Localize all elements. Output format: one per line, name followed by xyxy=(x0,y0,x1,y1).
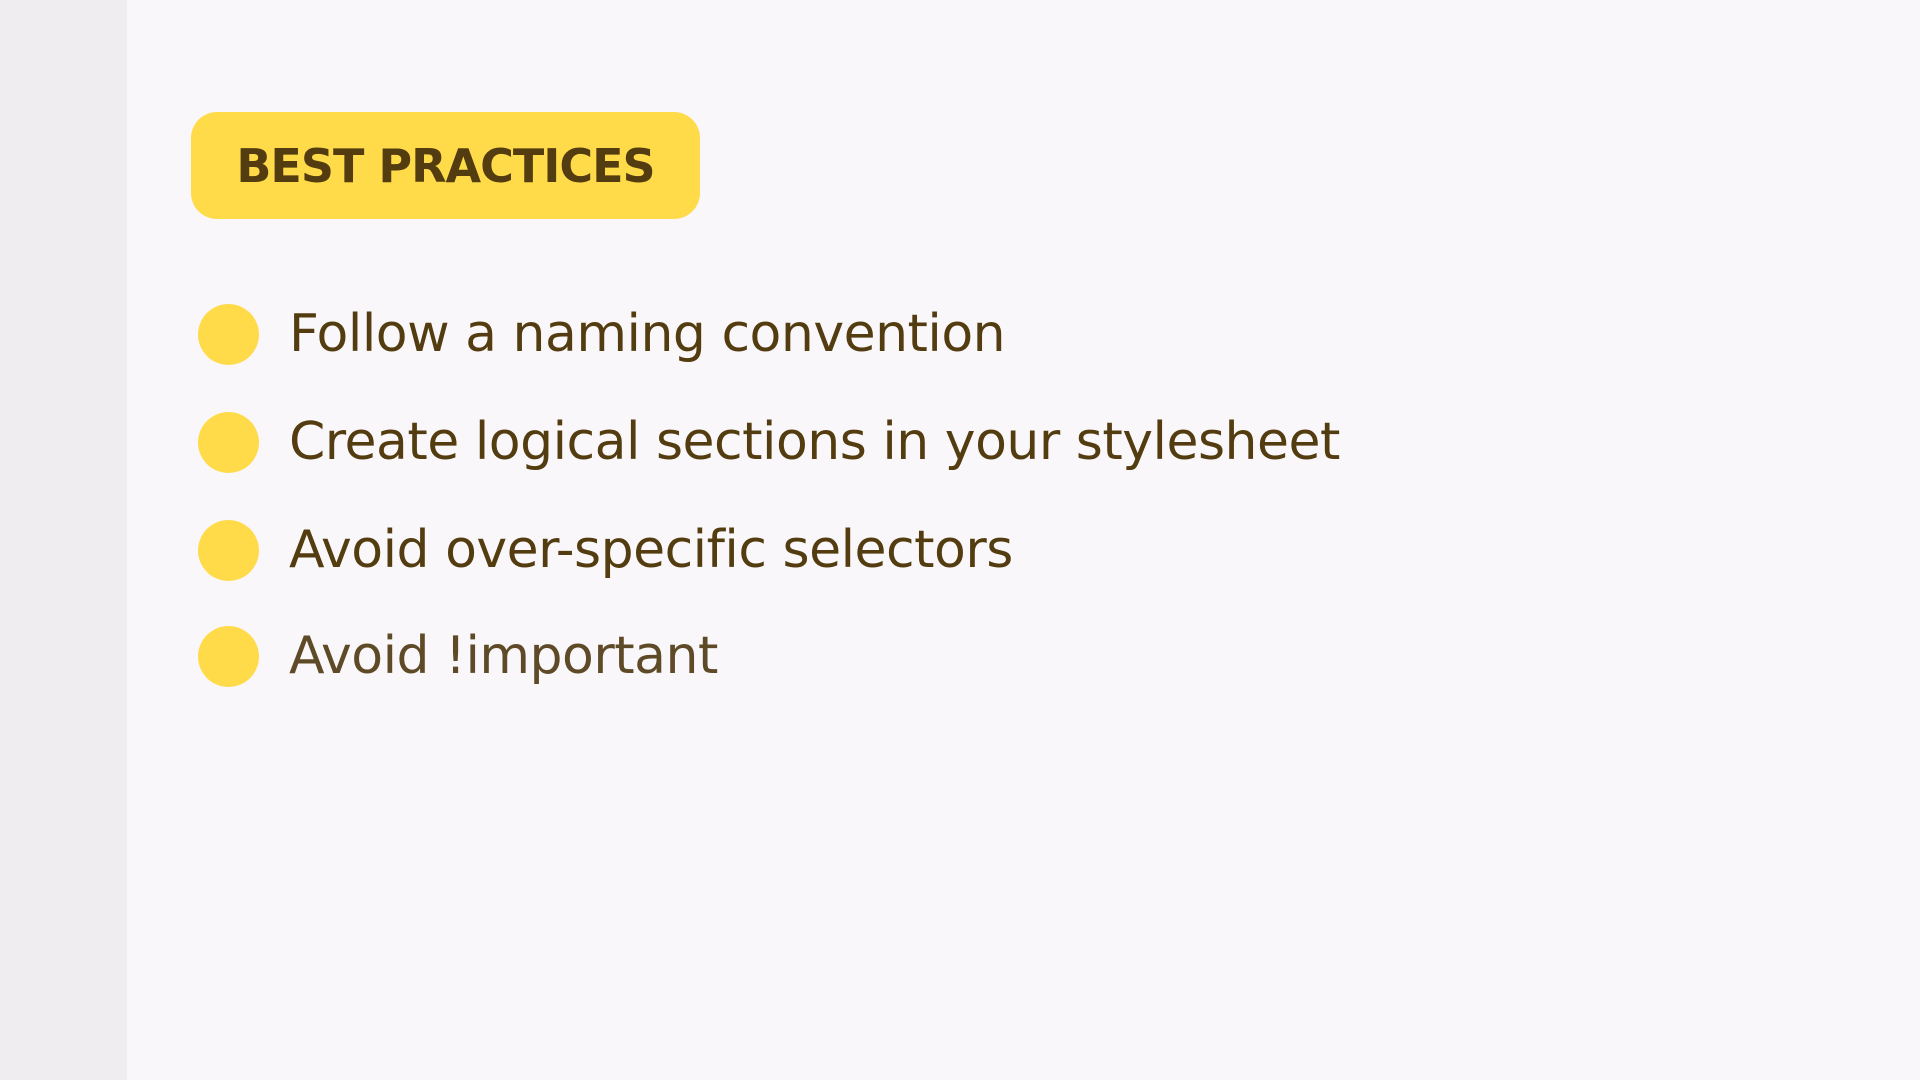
list-item-label: Avoid over-specific selectors xyxy=(289,520,1013,580)
bullet-dot-icon xyxy=(198,625,259,687)
badge-label: BEST PRACTICES xyxy=(236,138,655,193)
list-item: Follow a naming convention xyxy=(198,299,1006,369)
bullet-dot-icon xyxy=(198,519,259,581)
list-item: Avoid !important xyxy=(198,621,718,691)
list-item: Avoid over-specific selectors xyxy=(198,515,1013,585)
bullet-dot-icon xyxy=(198,303,259,365)
list-item-label: Follow a naming convention xyxy=(289,304,1006,364)
list-item: Create logical sections in your styleshe… xyxy=(198,407,1340,477)
sidebar xyxy=(0,0,127,1080)
section-badge: BEST PRACTICES xyxy=(191,112,700,219)
list-item-label: Avoid !important xyxy=(289,626,718,686)
list-item-label: Create logical sections in your styleshe… xyxy=(289,412,1340,472)
bullet-dot-icon xyxy=(198,411,259,473)
